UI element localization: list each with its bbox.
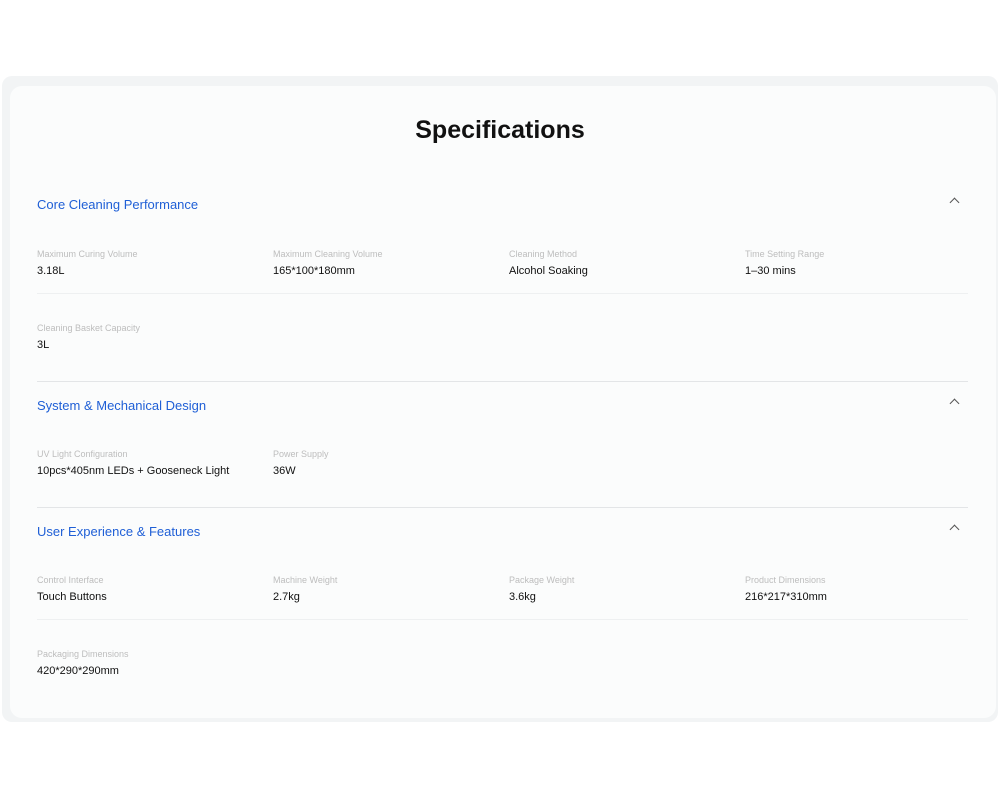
section-header-core-cleaning[interactable]: Core Cleaning Performance	[37, 190, 968, 220]
spec-value: 165*100*180mm	[273, 265, 355, 277]
spec-maximum-cleaning-volume: Maximum Cleaning Volume 165*100*180mm	[273, 248, 383, 278]
spec-value: 10pcs*405nm LEDs + Gooseneck Light	[37, 465, 230, 477]
spec-label: Machine Weight	[273, 575, 338, 585]
spec-value: 3.18L	[37, 265, 65, 277]
section-divider	[37, 507, 968, 508]
spec-value: 2.7kg	[273, 591, 300, 603]
spec-maximum-curing-volume: Maximum Curing Volume 3.18L	[37, 248, 138, 278]
spec-value: 1–30 mins	[745, 265, 796, 277]
section-title: Core Cleaning Performance	[37, 197, 199, 212]
spec-product-dimensions: Product Dimensions 216*217*310mm	[745, 574, 827, 604]
chevron-up-icon	[949, 398, 960, 409]
spec-uv-light-configuration: UV Light Configuration 10pcs*405nm LEDs …	[37, 448, 229, 478]
section-header-user-experience[interactable]: User Experience & Features	[37, 517, 968, 547]
spec-label: Cleaning Basket Capacity	[37, 323, 141, 333]
spec-cleaning-method: Cleaning Method Alcohol Soaking	[509, 248, 588, 278]
spec-label: Package Weight	[509, 575, 575, 585]
spec-value: 420*290*290mm	[37, 665, 119, 677]
spec-label: Power Supply	[273, 449, 329, 459]
spec-label: Time Setting Range	[745, 249, 825, 259]
section-divider	[37, 381, 968, 382]
section-title: System & Mechanical Design	[37, 398, 207, 413]
spec-control-interface: Control Interface Touch Buttons	[37, 574, 107, 604]
spec-power-supply: Power Supply 36W	[273, 448, 329, 478]
row-divider	[37, 293, 968, 294]
spec-label: Control Interface	[37, 575, 104, 585]
spec-machine-weight: Machine Weight 2.7kg	[273, 574, 337, 604]
spec-value: 36W	[273, 465, 296, 477]
spec-label: Cleaning Method	[509, 249, 578, 259]
page-title: Specifications	[415, 116, 585, 144]
spec-value: 216*217*310mm	[745, 591, 827, 603]
spec-cleaning-basket-capacity: Cleaning Basket Capacity 3L	[37, 322, 140, 352]
chevron-up-icon	[949, 197, 960, 208]
section-header-system-mechanical[interactable]: System & Mechanical Design	[37, 391, 968, 421]
spec-value: 3.6kg	[509, 591, 536, 603]
spec-label: Product Dimensions	[745, 575, 826, 585]
section-title: User Experience & Features	[37, 524, 201, 539]
spec-value: Touch Buttons	[37, 591, 107, 603]
spec-value: 3L	[37, 339, 50, 351]
spec-value: Alcohol Soaking	[509, 265, 588, 277]
spec-time-setting-range: Time Setting Range 1–30 mins	[745, 248, 824, 278]
spec-packaging-dimensions: Packaging Dimensions 420*290*290mm	[37, 648, 129, 678]
spec-label: Maximum Cleaning Volume	[273, 249, 383, 259]
spec-package-weight: Package Weight 3.6kg	[509, 574, 574, 604]
row-divider	[37, 619, 968, 620]
chevron-up-icon	[949, 524, 960, 535]
spec-label: Maximum Curing Volume	[37, 249, 138, 259]
spec-label: UV Light Configuration	[37, 449, 128, 459]
spec-label: Packaging Dimensions	[37, 649, 129, 659]
